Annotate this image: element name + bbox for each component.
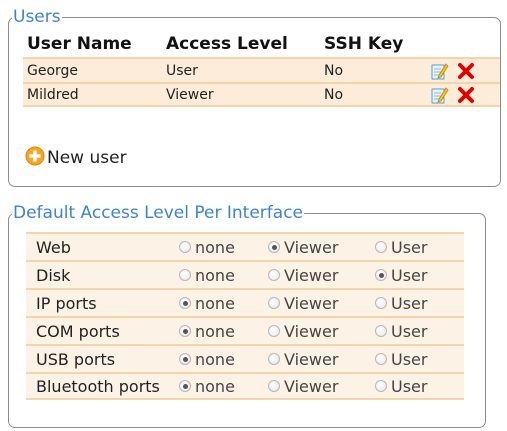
radio-button[interactable] <box>375 241 387 253</box>
radio-label: Viewer <box>284 376 339 396</box>
radio-label: User <box>391 237 428 257</box>
access-row: Web none Viewer User <box>26 232 464 260</box>
column-header-user-name: User Name <box>27 33 132 54</box>
radio-option-user[interactable]: User <box>375 294 441 313</box>
radio-option-viewer[interactable]: Viewer <box>268 377 368 396</box>
delete-icon[interactable] <box>454 62 478 80</box>
radio-button[interactable] <box>268 380 280 392</box>
radio-button[interactable] <box>375 380 387 392</box>
table-row: Mildred Viewer No <box>23 82 500 107</box>
radio-label: User <box>391 376 428 396</box>
column-header-access-level: Access Level <box>166 33 288 54</box>
radio-option-user[interactable]: User <box>375 377 441 396</box>
radio-option-viewer[interactable]: Viewer <box>268 294 368 313</box>
radio-button[interactable] <box>375 353 387 365</box>
access-row: IP ports none Viewer User <box>26 288 464 316</box>
edit-icon[interactable] <box>426 86 454 104</box>
radio-option-viewer[interactable]: Viewer <box>268 238 368 257</box>
radio-option-none[interactable]: none <box>179 350 261 369</box>
edit-icon[interactable] <box>426 62 454 80</box>
radio-button[interactable] <box>268 269 280 281</box>
add-icon <box>25 146 45 170</box>
radio-label: none <box>195 265 235 285</box>
radio-label: Viewer <box>284 237 339 257</box>
radio-button[interactable] <box>179 325 191 337</box>
radio-option-none[interactable]: none <box>179 294 261 313</box>
radio-label: none <box>195 237 235 257</box>
radio-button[interactable] <box>268 325 280 337</box>
radio-button[interactable] <box>375 297 387 309</box>
ssh-key-cell: No <box>324 62 344 79</box>
ssh-key-cell: No <box>324 86 344 103</box>
access-level-cell: User <box>166 62 198 79</box>
radio-option-user[interactable]: User <box>375 350 441 369</box>
access-row: USB ports none Viewer User <box>26 344 464 372</box>
radio-button[interactable] <box>179 353 191 365</box>
radio-button[interactable] <box>179 297 191 309</box>
users-table-header: User Name Access Level SSH Key <box>23 30 500 57</box>
radio-button[interactable] <box>268 297 280 309</box>
radio-button[interactable] <box>268 353 280 365</box>
radio-label: Viewer <box>284 321 339 341</box>
column-header-ssh-key: SSH Key <box>324 33 404 54</box>
access-level-cell: Viewer <box>166 86 214 103</box>
radio-button[interactable] <box>375 269 387 281</box>
access-row: COM ports none Viewer User <box>26 316 464 344</box>
access-row: Disk none Viewer User <box>26 260 464 288</box>
access-level-table: Web none Viewer User Disk none Viewer User IP po… <box>26 232 464 400</box>
radio-option-none[interactable]: none <box>179 266 261 285</box>
radio-button[interactable] <box>179 241 191 253</box>
radio-label: User <box>391 293 428 313</box>
radio-option-none[interactable]: none <box>179 322 261 341</box>
interface-label: Web <box>36 237 71 257</box>
radio-option-viewer[interactable]: Viewer <box>268 350 368 369</box>
access-row: Bluetooth ports none Viewer User <box>26 372 464 400</box>
table-row: George User No <box>23 57 500 82</box>
radio-button[interactable] <box>375 325 387 337</box>
radio-label: none <box>195 349 235 369</box>
radio-option-user[interactable]: User <box>375 238 441 257</box>
radio-button[interactable] <box>179 380 191 392</box>
radio-label: Viewer <box>284 349 339 369</box>
user-name-cell: George <box>27 62 79 79</box>
radio-option-viewer[interactable]: Viewer <box>268 266 368 285</box>
radio-option-none[interactable]: none <box>179 238 261 257</box>
interface-label: Disk <box>36 265 71 285</box>
radio-option-viewer[interactable]: Viewer <box>268 322 368 341</box>
radio-option-none[interactable]: none <box>179 377 261 396</box>
radio-label: User <box>391 265 428 285</box>
access-level-legend: Default Access Level Per Interface <box>13 203 304 223</box>
radio-option-user[interactable]: User <box>375 266 441 285</box>
new-user-button[interactable]: New user <box>25 146 127 170</box>
new-user-label: New user <box>47 148 127 168</box>
radio-label: none <box>195 376 235 396</box>
radio-button[interactable] <box>268 241 280 253</box>
radio-button[interactable] <box>179 269 191 281</box>
radio-label: User <box>391 321 428 341</box>
radio-label: Viewer <box>284 293 339 313</box>
users-table: User Name Access Level SSH Key George Us… <box>23 30 500 107</box>
radio-label: none <box>195 293 235 313</box>
users-legend: Users <box>13 7 61 27</box>
interface-label: COM ports <box>36 321 120 341</box>
interface-label: USB ports <box>36 349 116 369</box>
radio-label: User <box>391 349 428 369</box>
radio-label: none <box>195 321 235 341</box>
user-name-cell: Mildred <box>27 86 79 103</box>
radio-label: Viewer <box>284 265 339 285</box>
delete-icon[interactable] <box>454 86 478 104</box>
interface-label: Bluetooth ports <box>36 376 160 396</box>
interface-label: IP ports <box>36 293 97 313</box>
radio-option-user[interactable]: User <box>375 322 441 341</box>
